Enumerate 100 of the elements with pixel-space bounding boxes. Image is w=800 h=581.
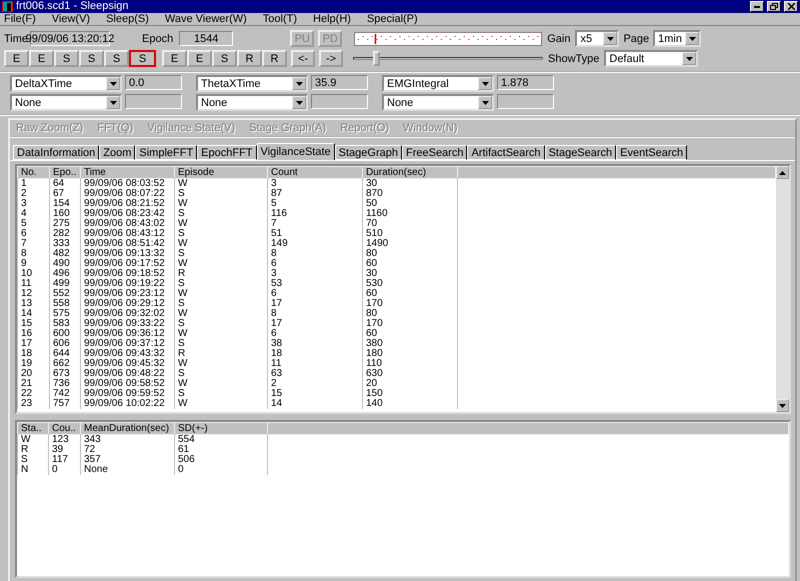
menu-item[interactable]: Sleep(S) [106, 13, 149, 25]
slider-thumb[interactable] [373, 51, 380, 66]
column-header[interactable]: SD(+-) [174, 422, 268, 434]
dropdown[interactable]: 1min [653, 30, 702, 47]
dropdown[interactable]: None [10, 94, 122, 111]
nav-button[interactable]: -> [319, 50, 343, 67]
stage-button[interactable]: S [54, 50, 79, 67]
dropdown[interactable]: DeltaXTime [10, 75, 122, 92]
menu-item[interactable]: View(V) [52, 13, 90, 25]
column-header[interactable]: MeanDuration(sec) [80, 422, 174, 434]
stage-button[interactable]: S [129, 50, 156, 67]
table-cell: 123 [48, 434, 80, 445]
table-cell: 149 [268, 239, 362, 249]
column-header[interactable]: Time [80, 166, 174, 178]
table-cell: 39 [48, 445, 80, 455]
table-cell: R [174, 269, 268, 279]
dropdown[interactable]: None [382, 94, 494, 111]
minimize-icon [754, 6, 760, 8]
table-cell: R [18, 445, 48, 455]
window-title: frt006.scd1 - Sleepsign [16, 0, 130, 13]
table-cell: 6 [268, 289, 362, 299]
column-header[interactable]: No. [18, 166, 50, 178]
table-cell: 99/09/06 09:33:22 [80, 319, 174, 329]
tab[interactable]: DataInformation [13, 145, 100, 160]
table-cell: W [174, 219, 268, 229]
tab[interactable]: SimpleFFT [135, 145, 198, 160]
table-cell: 662 [50, 359, 80, 369]
table-cell: 140 [362, 399, 458, 409]
dropdown[interactable]: EMGIntegral [382, 75, 494, 92]
stage-button[interactable]: R [237, 50, 262, 67]
menu-item[interactable]: Wave Viewer(W) [164, 13, 247, 25]
close-button[interactable] [784, 1, 798, 12]
table-cell: R [174, 349, 268, 359]
table-cell: 510 [362, 229, 458, 239]
table-cell: W [174, 399, 268, 409]
tab[interactable]: FreeSearch [402, 145, 468, 160]
table-cell: 496 [50, 269, 80, 279]
app-icon [2, 1, 13, 12]
stage-button[interactable]: E [162, 50, 187, 67]
stage-button[interactable]: R [262, 50, 287, 67]
column-header[interactable]: Cou.. [48, 422, 80, 434]
table-cell: 0 [174, 465, 268, 475]
table-cell: 30 [362, 178, 458, 189]
table-cell: 742 [50, 389, 80, 399]
scrollbar[interactable] [776, 166, 789, 412]
nav-button[interactable]: <- [291, 50, 315, 67]
table-cell: S [174, 229, 268, 239]
menu-item[interactable]: Help(H) [313, 13, 351, 25]
table-cell: 150 [362, 389, 458, 399]
minimize-button[interactable] [750, 1, 764, 12]
table-cell: 30 [362, 269, 458, 279]
tab[interactable]: StageGraph [334, 145, 402, 160]
table-cell: 282 [50, 229, 80, 239]
table-cell: W [174, 259, 268, 269]
table-cell: W [174, 199, 268, 209]
stage-button[interactable]: E [4, 50, 29, 67]
table-cell: 99/09/06 09:17:52 [80, 259, 174, 269]
dropdown[interactable]: None [196, 94, 308, 111]
stage-button[interactable]: S [79, 50, 104, 67]
tab[interactable]: StageSearch [544, 145, 616, 160]
restore-button[interactable] [767, 1, 781, 12]
dropdown-arrow-icon [296, 100, 302, 104]
menu-item[interactable]: Special(P) [366, 13, 418, 25]
table-cell: 575 [50, 309, 80, 319]
menu-item[interactable]: Tool(T) [262, 13, 298, 25]
slider[interactable] [353, 50, 543, 67]
tab[interactable]: Zoom [99, 145, 136, 160]
stage-button[interactable]: S [212, 50, 237, 67]
table-cell: 17 [268, 299, 362, 309]
stage-button[interactable]: E [29, 50, 54, 67]
table-cell: 0 [48, 465, 80, 475]
stage-button[interactable]: E [187, 50, 212, 67]
column-header[interactable]: Duration(sec) [362, 166, 458, 178]
tab[interactable]: ArtifactSearch [467, 145, 545, 160]
table-cell: 99/09/06 08:07:22 [80, 189, 174, 199]
tab[interactable]: VigilanceState [256, 143, 335, 161]
tab[interactable]: EventSearch [616, 145, 688, 160]
table-cell: W [174, 379, 268, 389]
table-cell: 2 [18, 189, 50, 199]
table-cell: 99/09/06 08:43:02 [80, 219, 174, 229]
menu-item[interactable]: File(F) [4, 13, 36, 25]
table-cell: 14 [18, 309, 50, 319]
column-header[interactable]: Episode [174, 166, 268, 178]
column-header[interactable]: Epo.. [50, 166, 80, 178]
table-cell: 552 [50, 289, 80, 299]
dropdown-arrow-icon [688, 36, 696, 40]
column-header[interactable]: Count [268, 166, 362, 178]
tab[interactable]: EpochFFT [197, 145, 257, 160]
dropdown[interactable]: ThetaXTime [196, 75, 308, 92]
table-cell: 1160 [362, 209, 458, 219]
table-cell: S [174, 369, 268, 379]
dropdown[interactable]: Default [604, 50, 698, 67]
stage-button[interactable]: S [104, 50, 129, 67]
table-cell: 61 [174, 445, 268, 455]
scroll-up-icon [779, 170, 786, 174]
table-cell: 5 [18, 219, 50, 229]
table-cell: 80 [362, 249, 458, 259]
table-cell: W [174, 359, 268, 369]
column-header[interactable]: Sta.. [18, 422, 48, 434]
dropdown[interactable]: x5 [575, 30, 620, 47]
